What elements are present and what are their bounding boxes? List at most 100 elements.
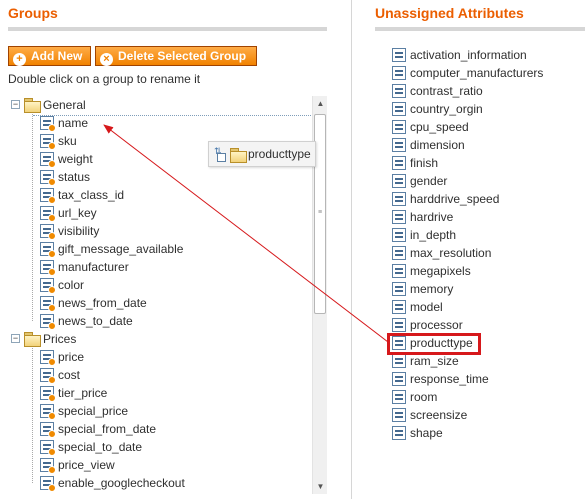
attribute-icon — [392, 228, 406, 242]
unassigned-label: screensize — [410, 408, 468, 422]
highlight-box — [387, 333, 481, 355]
unassigned-label: computer_manufacturers — [410, 66, 544, 80]
unassigned-label: gender — [410, 174, 448, 188]
delete-label: Delete Selected Group — [118, 49, 247, 63]
tree-guide-line — [32, 348, 33, 483]
drag-proxy[interactable]: ⇅ producttype — [208, 141, 316, 167]
attribute-icon — [40, 170, 56, 186]
attribute-icon — [40, 206, 56, 222]
add-new-button[interactable]: + Add New — [8, 46, 91, 66]
attribute-icon — [40, 278, 56, 294]
attribute-icon — [40, 134, 56, 150]
unassigned-label: hardrive — [410, 210, 454, 224]
attribute-label: news_from_date — [58, 296, 147, 310]
unassigned-label: room — [410, 390, 438, 404]
attribute-label: name — [58, 116, 89, 130]
plus-icon: + — [13, 53, 26, 66]
attribute-icon — [40, 422, 56, 438]
unassigned-label: contrast_ratio — [410, 84, 483, 98]
group-label: Prices — [43, 332, 77, 346]
unassigned-label: megapixels — [410, 264, 471, 278]
attribute-icon — [40, 188, 56, 204]
delete-selected-group-button[interactable]: × Delete Selected Group — [95, 46, 257, 66]
collapse-icon[interactable]: − — [11, 100, 20, 109]
group-label: General — [43, 98, 86, 112]
unassigned-label: in_depth — [410, 228, 457, 242]
attribute-icon — [392, 354, 406, 368]
attribute-icon — [392, 156, 406, 170]
attribute-icon — [40, 404, 56, 420]
attribute-icon — [40, 224, 56, 240]
unassigned-list: activation_information computer_manufactu… — [392, 46, 585, 446]
groups-title-rule — [8, 27, 327, 31]
attribute-label: visibility — [58, 224, 100, 238]
attribute-icon — [40, 476, 56, 492]
attribute-icon — [40, 152, 56, 168]
attribute-label: manufacturer — [58, 260, 129, 274]
attribute-icon — [392, 408, 406, 422]
attribute-icon — [40, 116, 56, 132]
attribute-icon — [40, 314, 56, 330]
collapse-icon[interactable]: − — [11, 334, 20, 343]
folder-icon — [24, 98, 41, 113]
drag-label: producttype — [248, 147, 311, 161]
attribute-icon — [40, 296, 56, 312]
attribute-icon — [40, 350, 56, 366]
delete-icon: × — [100, 53, 113, 66]
attribute-icon — [40, 260, 56, 276]
attribute-label: sku — [58, 134, 77, 148]
tree-guide-line — [32, 114, 33, 321]
attribute-label: tier_price — [58, 386, 108, 400]
rename-hint: Double click on a group to rename it — [8, 72, 201, 86]
attribute-label: status — [58, 170, 91, 184]
attribute-label: gift_message_available — [58, 242, 184, 256]
drag-icon: ⇅ — [214, 147, 227, 162]
unassigned-label: response_time — [410, 372, 489, 386]
attribute-icon — [392, 282, 406, 296]
groups-title: Groups — [8, 5, 58, 21]
attribute-icon — [40, 368, 56, 384]
scroll-grip-icon: ≡ — [318, 209, 323, 216]
attribute-icon — [392, 390, 406, 404]
attribute-icon — [40, 440, 56, 456]
attribute-icon — [392, 372, 406, 386]
folder-icon — [230, 148, 247, 163]
attribute-icon — [392, 192, 406, 206]
attribute-label: special_from_date — [58, 422, 157, 436]
attribute-icon — [392, 426, 406, 440]
attribute-icon — [392, 84, 406, 98]
unassigned-label: dimension — [410, 138, 465, 152]
panel-divider — [351, 0, 352, 499]
unassigned-label: max_resolution — [410, 246, 492, 260]
unassigned-label: harddrive_speed — [410, 192, 500, 206]
attribute-icon — [392, 300, 406, 314]
attribute-icon — [40, 242, 56, 258]
attribute-label: price_view — [58, 458, 115, 472]
unassigned-title: Unassigned Attributes — [375, 5, 524, 21]
folder-icon — [24, 332, 41, 347]
unassigned-title-rule — [375, 27, 585, 31]
attribute-icon — [392, 210, 406, 224]
scroll-down-icon[interactable]: ▼ — [313, 479, 328, 494]
scroll-up-icon[interactable]: ▲ — [313, 96, 328, 111]
unassigned-label: activation_information — [410, 48, 527, 62]
unassigned-label: shape — [410, 426, 443, 440]
attribute-label: color — [58, 278, 85, 292]
attribute-icon — [392, 174, 406, 188]
attribute-icon — [392, 318, 406, 332]
unassigned-label: finish — [410, 156, 439, 170]
unassigned-label: processor — [410, 318, 463, 332]
attribute-label: special_price — [58, 404, 129, 418]
attribute-icon — [392, 48, 406, 62]
attribute-icon — [392, 246, 406, 260]
attribute-label: url_key — [58, 206, 97, 220]
attribute-icon — [392, 138, 406, 152]
unassigned-label: model — [410, 300, 443, 314]
attribute-icon — [40, 458, 56, 474]
unassigned-label: country_orgin — [410, 102, 483, 116]
add-new-label: Add New — [31, 49, 83, 63]
attribute-icon — [40, 386, 56, 402]
attribute-label: weight — [58, 152, 93, 166]
attribute-label: cost — [58, 368, 81, 382]
attribute-icon — [392, 264, 406, 278]
